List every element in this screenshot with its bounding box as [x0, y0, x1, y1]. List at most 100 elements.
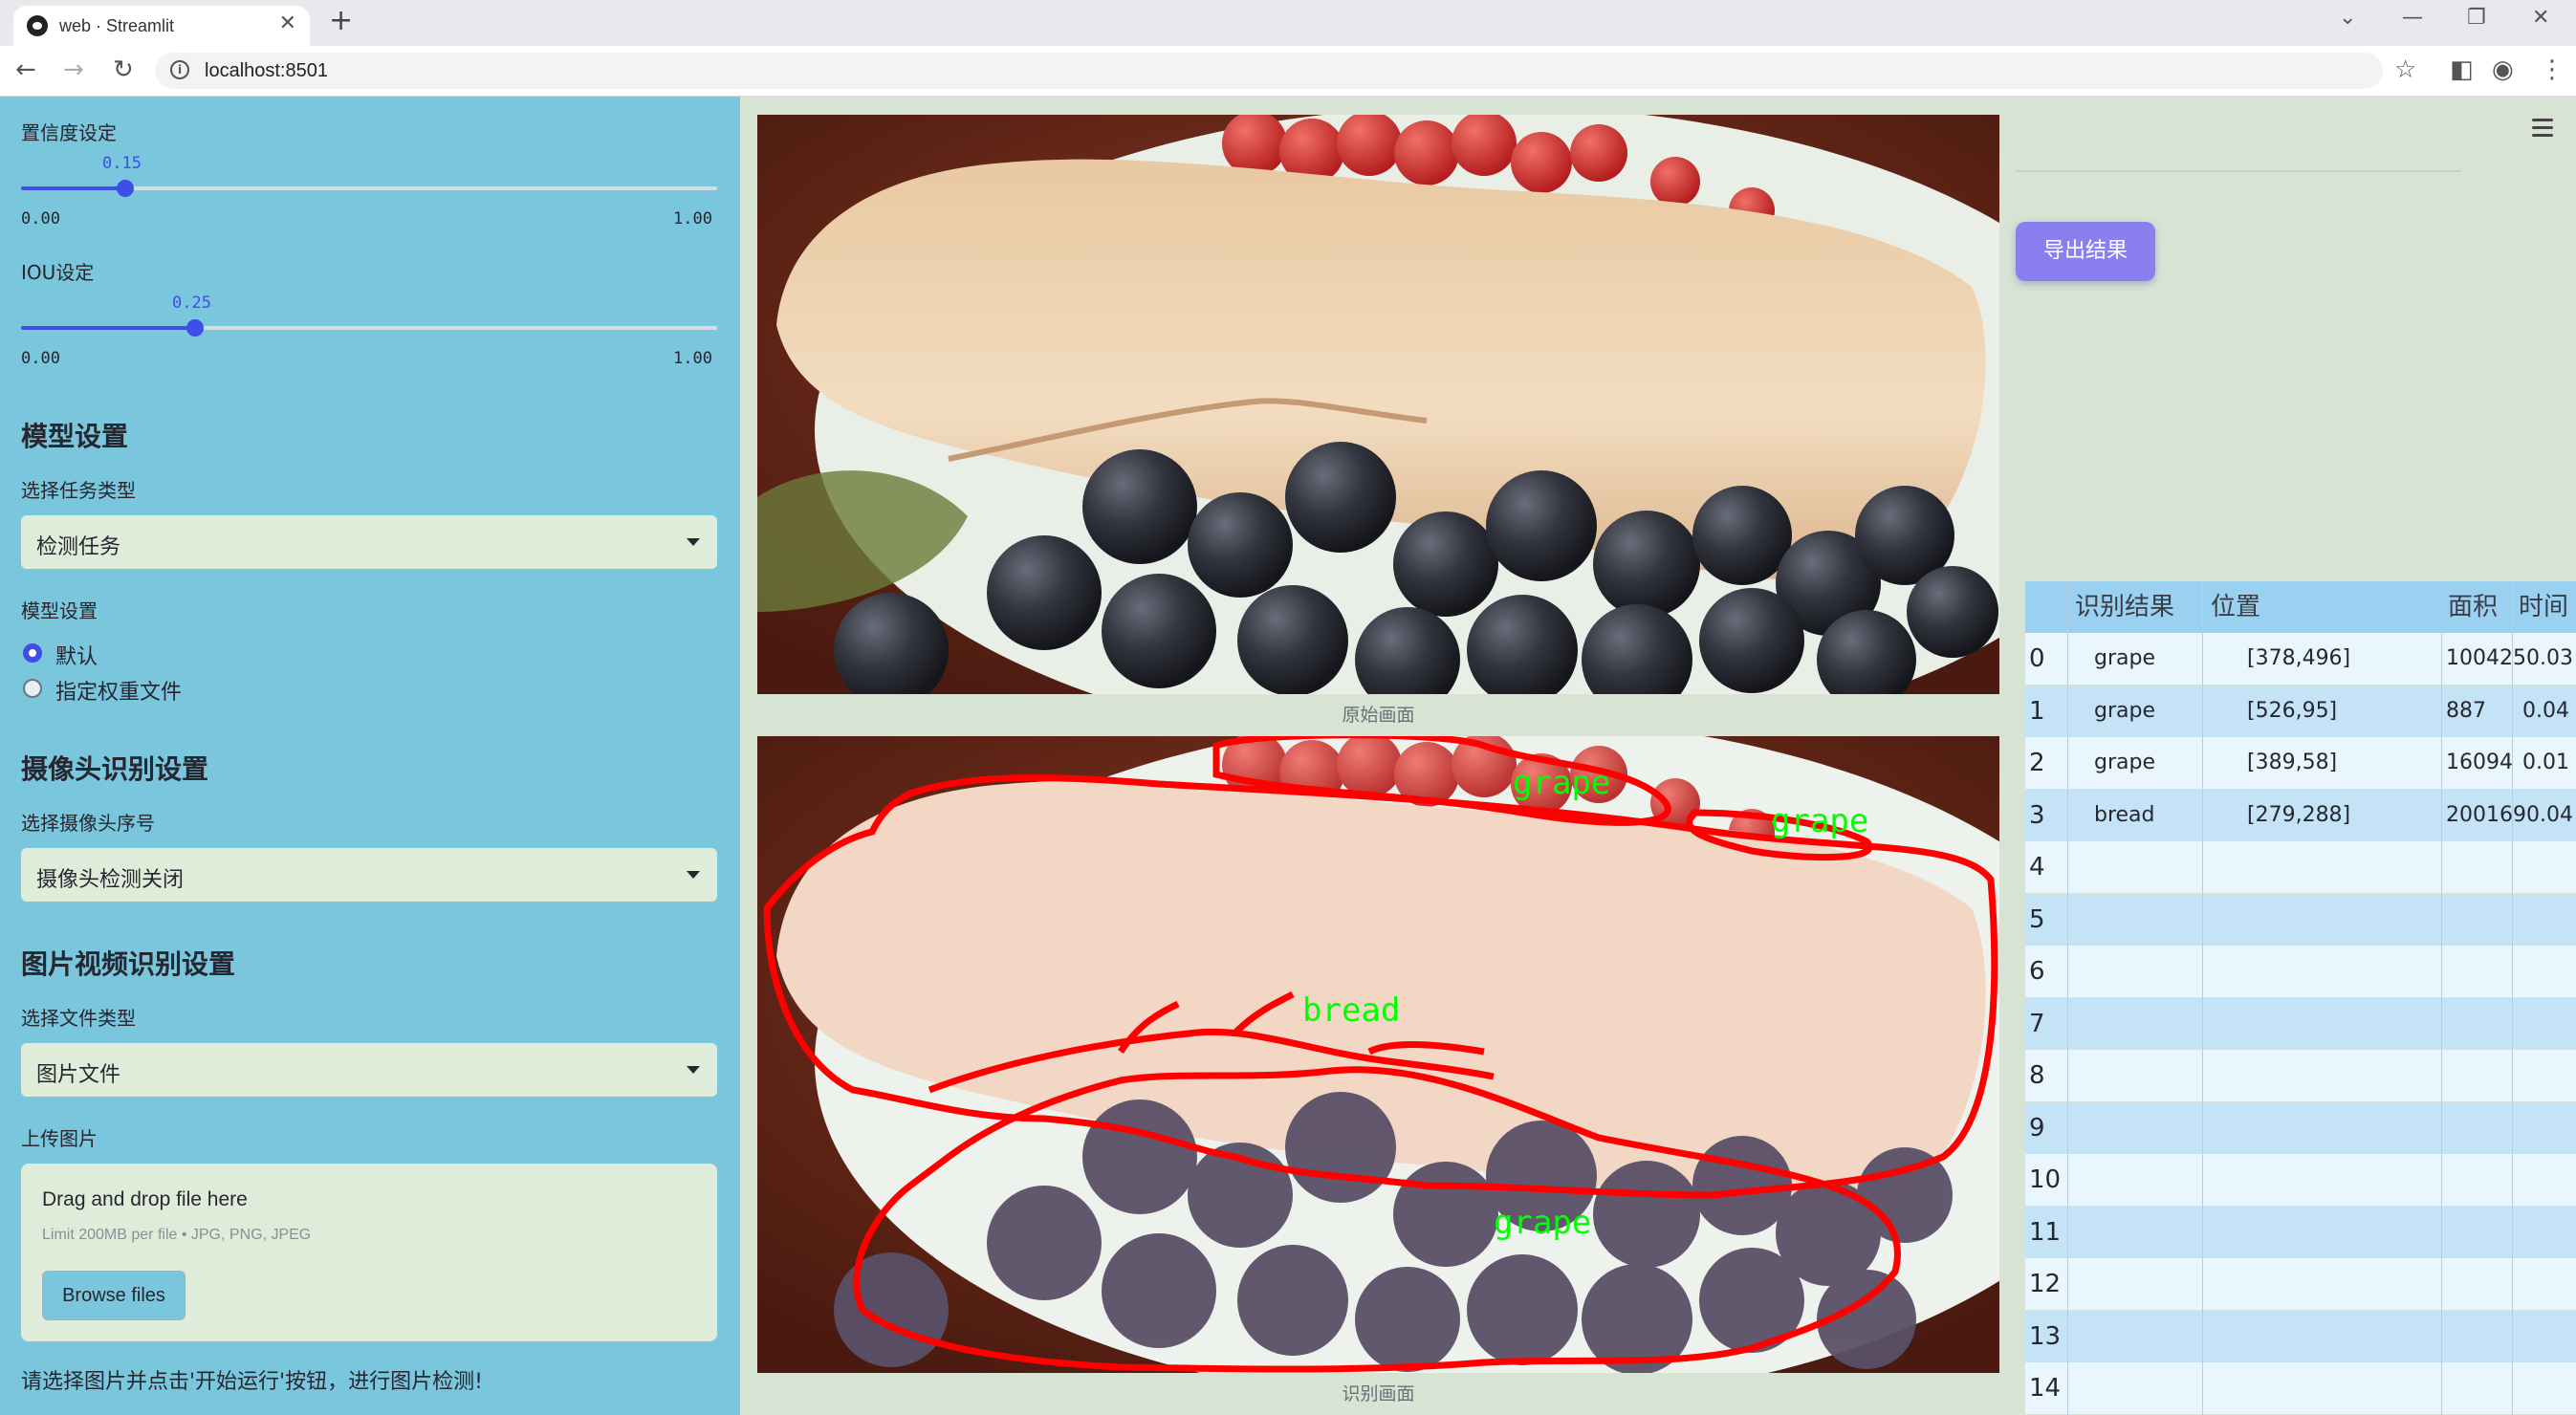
chevron-down-icon: [687, 538, 700, 546]
camera-settings-heading: 摄像头识别设置: [21, 753, 209, 785]
table-divider: [2441, 581, 2442, 1415]
bookmark-star-icon[interactable]: ☆: [2394, 55, 2416, 84]
table-cell-idx: 11: [2029, 1217, 2062, 1247]
table-cell-idx: 1: [2029, 696, 2045, 726]
browser-tab-bar: web · Streamlit ✕ + ⌄ — ❐ ✕: [0, 0, 2576, 46]
reload-icon[interactable]: ↻: [113, 55, 134, 84]
site-info-icon[interactable]: i: [170, 60, 189, 79]
app-menu-icon[interactable]: [2532, 119, 2553, 142]
url-field[interactable]: i localhost:8501: [155, 53, 2383, 89]
camera-index-label: 选择摄像头序号: [21, 812, 155, 835]
original-image-canvas: [757, 115, 1999, 694]
file-type-select[interactable]: 图片文件: [21, 1043, 717, 1097]
confidence-min: 0.00: [21, 209, 60, 229]
tab-close-icon[interactable]: ✕: [279, 11, 296, 35]
confidence-slider-thumb[interactable]: [117, 180, 135, 197]
iou-slider-fill: [21, 326, 195, 330]
mask-label-grape-top: grape: [1513, 764, 1610, 802]
result-image: grape grape bread grape: [757, 736, 1999, 1373]
table-row[interactable]: 2 grape [389,58] 16094 0.01: [2025, 737, 2576, 789]
table-row[interactable]: 10: [2025, 1154, 2576, 1206]
browser-menu-icon[interactable]: ⋮: [2540, 55, 2565, 84]
table-cell-idx: 0: [2029, 644, 2045, 673]
back-icon[interactable]: ←: [15, 55, 36, 84]
table-cell-idx: 13: [2029, 1321, 2062, 1351]
table-row[interactable]: 4: [2025, 841, 2576, 893]
table-cell-time: 0.01: [2522, 751, 2569, 774]
table-cell-result: grape: [2094, 751, 2155, 774]
profile-avatar-icon[interactable]: ◉: [2492, 55, 2514, 84]
iou-label: IOU设定: [21, 261, 95, 284]
radio-default[interactable]: [23, 643, 42, 663]
forward-icon[interactable]: →: [63, 55, 84, 84]
table-cell-pos: [526,95]: [2247, 698, 2338, 723]
column-header[interactable]: 面积: [2448, 581, 2498, 633]
table-row[interactable]: 1 grape [526,95] 887 0.04: [2025, 685, 2576, 737]
table-row[interactable]: 13: [2025, 1310, 2576, 1362]
side-panel-icon[interactable]: ◧: [2450, 55, 2474, 84]
dropzone-title: Drag and drop file here: [42, 1188, 248, 1210]
table-row[interactable]: 12: [2025, 1258, 2576, 1310]
minimize-icon[interactable]: —: [2402, 6, 2423, 30]
table-cell-area: 1004250.03: [2446, 646, 2573, 670]
task-type-select[interactable]: 检测任务: [21, 515, 717, 569]
original-image: [757, 115, 1999, 694]
confidence-value: 0.15: [102, 154, 142, 173]
model-settings-heading: 模型设置: [21, 421, 129, 452]
mask-label-grape-bottom: grape: [1494, 1204, 1591, 1242]
radio-custom-weights[interactable]: [23, 679, 42, 698]
table-row[interactable]: 7: [2025, 997, 2576, 1050]
table-row[interactable]: 14: [2025, 1362, 2576, 1414]
table-cell-idx: 7: [2029, 1009, 2045, 1038]
table-divider: [2512, 581, 2513, 1415]
table-cell-pos: [279,288]: [2247, 802, 2351, 827]
new-tab-icon[interactable]: +: [329, 4, 353, 37]
table-row[interactable]: 9: [2025, 1101, 2576, 1154]
confidence-slider-fill: [21, 186, 126, 190]
table-cell-area: 2001690.04: [2446, 802, 2573, 827]
file-dropzone[interactable]: Drag and drop file here Limit 200MB per …: [21, 1164, 717, 1341]
iou-slider-thumb[interactable]: [186, 319, 204, 337]
table-row[interactable]: 0 grape [378,496] 1004250.03: [2025, 633, 2576, 685]
iou-max: 1.00: [673, 349, 712, 368]
export-results-button[interactable]: 导出结果: [2016, 222, 2155, 281]
browse-files-button[interactable]: Browse files: [42, 1271, 186, 1320]
table-cell-area: 887: [2446, 698, 2486, 723]
table-row[interactable]: 8: [2025, 1050, 2576, 1101]
table-header-row: 识别结果 位置 面积 时间: [2025, 581, 2576, 633]
table-cell-area: 16094: [2446, 751, 2513, 774]
column-header[interactable]: 识别结果: [2075, 581, 2174, 633]
table-row[interactable]: 6: [2025, 946, 2576, 997]
sidebar-instruction: 请选择图片并点击'开始运行'按钮，进行图片检测!: [21, 1370, 483, 1394]
original-caption: 原始画面: [1342, 705, 1415, 726]
table-cell-idx: 6: [2029, 957, 2045, 986]
url-text[interactable]: localhost:8501: [205, 60, 328, 82]
tab-search-chevron-icon[interactable]: ⌄: [2339, 6, 2356, 30]
table-cell-idx: 4: [2029, 853, 2045, 882]
column-header[interactable]: 位置: [2211, 581, 2260, 633]
divider: [2016, 170, 2461, 172]
table-cell-idx: 12: [2029, 1270, 2062, 1298]
window-close-icon[interactable]: ✕: [2532, 6, 2549, 30]
radio-custom-weights-label[interactable]: 指定权重文件: [55, 675, 182, 706]
restore-icon[interactable]: ❐: [2467, 6, 2486, 30]
radio-default-label[interactable]: 默认: [55, 640, 98, 670]
table-cell-idx: 9: [2029, 1113, 2045, 1143]
table-cell-idx: 10: [2029, 1165, 2062, 1194]
iou-slider[interactable]: [21, 319, 717, 337]
table-row[interactable]: 3 bread [279,288] 2001690.04: [2025, 789, 2576, 841]
camera-select[interactable]: 摄像头检测关闭: [21, 848, 717, 902]
table-cell-pos: [389,58]: [2247, 751, 2338, 774]
table-cell-pos: [378,496]: [2247, 646, 2351, 670]
confidence-slider[interactable]: [21, 180, 717, 197]
table-cell-result: bread: [2094, 802, 2155, 827]
table-cell-idx: 8: [2029, 1061, 2045, 1090]
table-row[interactable]: 5: [2025, 893, 2576, 946]
table-cell-result: grape: [2094, 698, 2155, 723]
browser-tab[interactable]: web · Streamlit ✕: [13, 6, 310, 46]
table-cell-idx: 5: [2029, 904, 2045, 934]
streamlit-favicon-icon: [27, 15, 48, 36]
column-header[interactable]: 时间: [2519, 581, 2568, 633]
table-row[interactable]: 11: [2025, 1206, 2576, 1258]
file-type-value: 图片文件: [36, 1063, 121, 1087]
